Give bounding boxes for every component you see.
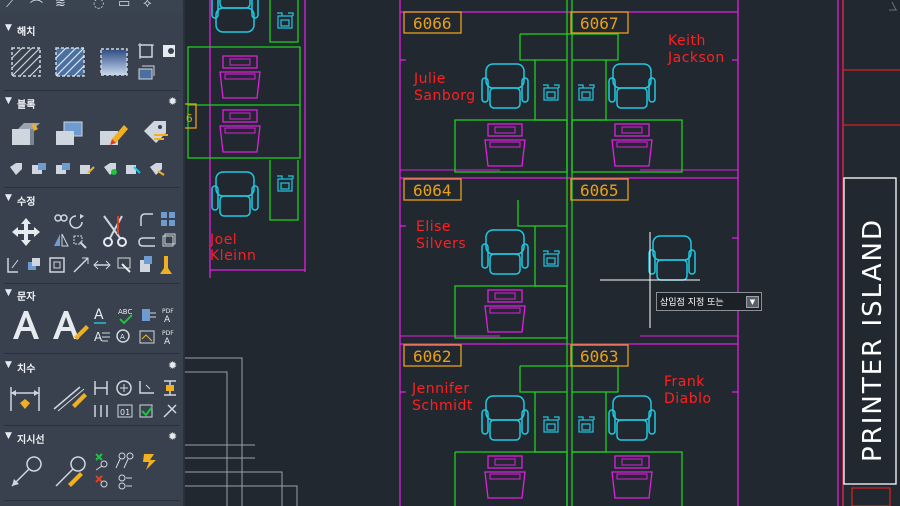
occupant-name-julie: Julie bbox=[413, 71, 446, 87]
section-title: 해치 bbox=[17, 27, 36, 38]
printer-island-label: PRINTER ISLAND bbox=[858, 218, 888, 462]
chevron-down-icon[interactable]: ▼ bbox=[746, 296, 759, 308]
hatch-diagonal-icon[interactable] bbox=[10, 46, 42, 78]
linear-dimension-icon[interactable] bbox=[8, 383, 42, 413]
polyline-tool-icon[interactable]: ⌒ bbox=[30, 0, 43, 15]
wipeout-icon[interactable] bbox=[160, 42, 178, 60]
multiline-text-icon[interactable] bbox=[10, 307, 42, 343]
svg-text:A: A bbox=[120, 333, 125, 341]
svg-text:ABC: ABC bbox=[118, 308, 132, 316]
insert-block-icon[interactable] bbox=[10, 119, 42, 149]
modify-small-tools-left[interactable] bbox=[50, 212, 90, 250]
occupant-name-jennifer: Jennifer bbox=[411, 381, 470, 397]
dimension-small-tools[interactable]: 01 bbox=[92, 377, 180, 421]
modify-small-tools-right[interactable] bbox=[137, 210, 177, 250]
draw-tool-icon[interactable]: ⟋ bbox=[6, 0, 15, 11]
leader-small-tools[interactable] bbox=[92, 450, 158, 490]
svg-text:A: A bbox=[164, 337, 171, 347]
section-divider bbox=[4, 353, 180, 354]
occupant-surname-keith: Jackson bbox=[667, 50, 725, 66]
occupant-surname-joel: Kleinn bbox=[210, 248, 256, 264]
svg-text:A: A bbox=[94, 330, 103, 344]
svg-text:01: 01 bbox=[120, 408, 130, 417]
section-title: 치수 bbox=[17, 364, 36, 375]
section-title: 문자 bbox=[17, 292, 36, 303]
section-divider bbox=[4, 283, 180, 284]
collapse-triangle-icon[interactable]: ▼ bbox=[5, 23, 12, 33]
hatch-pattern-icon[interactable]: ≋ bbox=[55, 0, 66, 11]
aligned-dimension-icon[interactable] bbox=[52, 383, 88, 413]
insertion-point-prompt: 삽입점 지정 또는 bbox=[660, 298, 724, 308]
occupant-surname-jennifer: Schmidt bbox=[412, 398, 473, 414]
svg-text:PDF: PDF bbox=[162, 330, 174, 337]
move-icon[interactable] bbox=[10, 216, 42, 248]
room-number-label: 6064 bbox=[413, 181, 452, 200]
block-attribute-icon[interactable] bbox=[140, 119, 172, 149]
crosshair-cursor bbox=[600, 232, 700, 328]
section-title: 블록 bbox=[17, 100, 36, 111]
room-number-label: 6066 bbox=[413, 14, 452, 33]
cloud-tool-icon[interactable]: ⟡ bbox=[143, 0, 152, 11]
occupant-surname-frank: Diablo bbox=[664, 391, 712, 407]
circle-tool-icon[interactable]: ◌ bbox=[93, 0, 104, 11]
block-small-tools[interactable] bbox=[8, 161, 168, 179]
section-divider bbox=[4, 425, 180, 426]
dynamic-input-prompt[interactable]: 삽입점 지정 또는 ▼ bbox=[656, 292, 762, 311]
svg-text:6: 6 bbox=[186, 112, 193, 125]
drawing-canvas[interactable]: 6 Joel Kleinn 6066 6067 6064 6065 6062 6… bbox=[185, 0, 900, 506]
svg-text:PDF: PDF bbox=[162, 308, 174, 315]
gear-icon[interactable]: ✹ bbox=[168, 430, 177, 443]
collapse-triangle-icon[interactable]: ▼ bbox=[5, 96, 12, 106]
collapse-triangle-icon[interactable]: ▼ bbox=[5, 193, 12, 203]
gear-icon[interactable]: ✹ bbox=[168, 359, 177, 372]
edit-block-icon[interactable] bbox=[98, 119, 130, 149]
occupant-name-keith: Keith bbox=[668, 33, 706, 49]
occupant-name-elise: Elise bbox=[416, 219, 451, 235]
collapse-triangle-icon[interactable]: ▼ bbox=[5, 288, 12, 298]
section-title: 수정 bbox=[17, 197, 36, 208]
section-header-modify[interactable]: ▼ 수정 bbox=[0, 192, 183, 208]
palette-top-toolbar: ⟋ ⌒ ≋ ◌ ▭ ⟡ bbox=[0, 0, 183, 15]
single-line-text-icon[interactable] bbox=[50, 307, 90, 343]
occupant-surname-julie: Sanborg bbox=[414, 88, 476, 104]
collapse-triangle-icon[interactable]: ▼ bbox=[5, 431, 12, 441]
section-divider bbox=[4, 500, 180, 501]
section-header-leader[interactable]: ▼ 지시선 ✹ bbox=[0, 430, 183, 446]
svg-text:A: A bbox=[164, 315, 171, 325]
room-number-label: 6065 bbox=[580, 181, 619, 200]
trim-scissors-icon[interactable] bbox=[100, 214, 130, 248]
rectangle-tool-icon[interactable]: ▭ bbox=[118, 0, 130, 11]
occupant-name-joel: Joel bbox=[209, 232, 237, 248]
hatch-cross-icon[interactable] bbox=[54, 46, 86, 78]
occupant-surname-elise: Silvers bbox=[416, 236, 466, 252]
modify-bottom-tools[interactable] bbox=[6, 254, 178, 276]
gear-icon[interactable]: ✹ bbox=[168, 95, 177, 108]
boundary-icon[interactable] bbox=[137, 42, 155, 60]
create-block-icon[interactable] bbox=[54, 119, 86, 149]
section-header-hatch[interactable]: ▼ 해치 bbox=[0, 22, 183, 38]
svg-text:A: A bbox=[94, 307, 104, 323]
room-number-label: 6067 bbox=[580, 14, 619, 33]
occupant-name-frank: Frank bbox=[664, 374, 705, 390]
gradient-fill-icon[interactable] bbox=[98, 46, 130, 78]
central-cubicle-block bbox=[399, 0, 739, 506]
section-divider bbox=[4, 90, 180, 91]
section-header-block[interactable]: ▼ 블록 ✹ bbox=[0, 95, 183, 111]
section-header-dimension[interactable]: ▼ 치수 ✹ bbox=[0, 359, 183, 375]
room-number-label: 6063 bbox=[580, 347, 619, 366]
text-small-tools[interactable]: A ABC PDF A A A PDF A bbox=[92, 305, 180, 347]
section-title: 지시선 bbox=[17, 435, 45, 446]
add-leader-icon[interactable] bbox=[52, 454, 88, 490]
left-cubicle-column: 6 bbox=[185, 0, 306, 278]
section-header-text[interactable]: ▼ 문자 bbox=[0, 287, 183, 303]
background-wall-lines bbox=[185, 357, 298, 506]
room-number-label: 6062 bbox=[413, 347, 452, 366]
multileader-icon[interactable] bbox=[8, 454, 44, 490]
tool-palette: ⟋ ⌒ ≋ ◌ ▭ ⟡ ▼ 해치 ▼ 블록 ✹ ▼ 수정 ▼ 문자 A ABC … bbox=[0, 0, 185, 506]
section-divider bbox=[4, 187, 180, 188]
region-icon[interactable] bbox=[137, 64, 155, 82]
collapse-triangle-icon[interactable]: ▼ bbox=[5, 360, 12, 370]
